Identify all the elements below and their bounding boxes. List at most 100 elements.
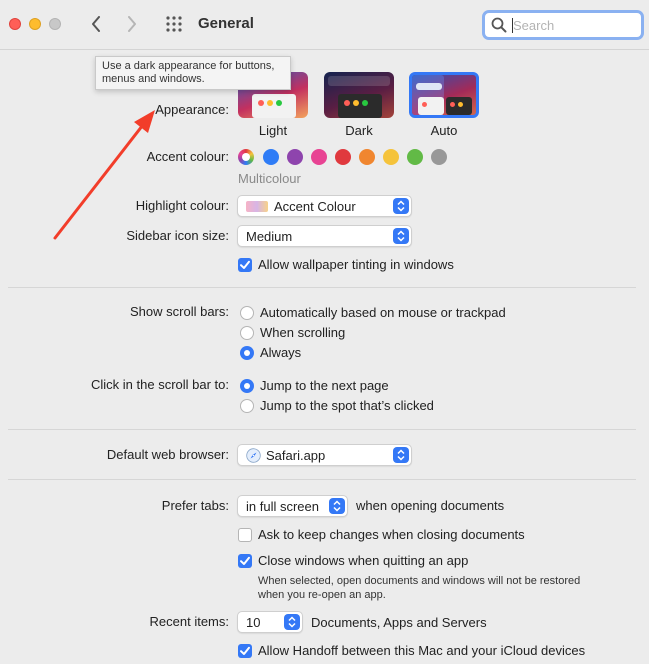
show-scroll-bars-label: Show scroll bars: (130, 304, 229, 319)
default-browser-popup[interactable]: Safari.app (237, 444, 412, 466)
sidebar-icon-size-label: Sidebar icon size: (126, 228, 229, 243)
show-all-button[interactable] (162, 12, 186, 36)
popup-stepper-icon (393, 228, 409, 244)
prefer-tabs-popup[interactable]: in full screen (237, 495, 348, 517)
accent-red-swatch[interactable] (335, 149, 351, 165)
ask-keep-changes-checkbox[interactable] (238, 528, 252, 542)
search-icon (491, 17, 507, 33)
sidebar-icon-size-popup[interactable]: Medium (237, 225, 412, 247)
dark-window-preview (338, 94, 382, 118)
highlight-colour-label: Highlight colour: (135, 198, 229, 213)
dark-preview-dot-yellow (353, 100, 359, 106)
sidebar-icon-size-value: Medium (246, 229, 293, 244)
prefer-tabs-value: in full screen (246, 499, 319, 514)
window-titlebar: General Search (0, 0, 649, 50)
checkmark-icon (240, 556, 250, 565)
appearance-auto-thumbnail[interactable] (409, 72, 479, 118)
scroll-bars-automatic-radio[interactable] (240, 306, 254, 320)
popup-stepper-icon (284, 614, 300, 630)
highlight-colour-popup[interactable]: Accent Colour (237, 195, 412, 217)
accent-yellow-swatch[interactable] (383, 149, 399, 165)
wallpaper-tinting-label[interactable]: Allow wallpaper tinting in windows (258, 257, 454, 272)
tooltip-line-2: menus and windows. (102, 73, 205, 85)
accent-green-swatch[interactable] (407, 149, 423, 165)
checkmark-icon (240, 260, 250, 269)
default-browser-value: Safari.app (266, 448, 326, 463)
ask-keep-changes-label[interactable]: Ask to keep changes when closing documen… (258, 527, 525, 542)
minimize-window-button[interactable] (29, 18, 41, 30)
accent-purple-swatch[interactable] (287, 149, 303, 165)
accent-orange-swatch[interactable] (359, 149, 375, 165)
auto-preview-dot-yellow (458, 102, 463, 107)
back-button[interactable] (85, 12, 107, 36)
wallpaper-tinting-checkbox[interactable] (238, 258, 252, 272)
tooltip-line-1: Use a dark appearance for buttons, (102, 60, 275, 72)
handoff-checkbox[interactable] (238, 644, 252, 658)
light-preview-dot-green (276, 100, 282, 106)
checkmark-icon (240, 646, 250, 655)
handoff-label[interactable]: Allow Handoff between this Mac and your … (258, 643, 585, 658)
accent-graphite-swatch[interactable] (431, 149, 447, 165)
close-window-button[interactable] (9, 18, 21, 30)
close-windows-label[interactable]: Close windows when quitting an app (258, 553, 468, 568)
popup-stepper-icon (393, 447, 409, 463)
light-window-preview (252, 94, 296, 118)
selected-indicator (242, 153, 250, 161)
safari-icon (246, 448, 261, 463)
click-scroll-bar-label: Click in the scroll bar to: (91, 377, 229, 392)
scroll-bars-when-scrolling-radio[interactable] (240, 326, 254, 340)
accent-pink-swatch[interactable] (311, 149, 327, 165)
scroll-bars-automatic-label[interactable]: Automatically based on mouse or trackpad (260, 305, 506, 320)
section-divider (8, 479, 636, 480)
chevron-right-icon (128, 16, 136, 32)
accent-selected-name: Multicolour (238, 171, 301, 186)
dark-preview-dot-red (344, 100, 350, 106)
chevron-left-icon (92, 16, 100, 32)
recent-items-popup[interactable]: 10 (237, 611, 303, 633)
close-windows-checkbox[interactable] (238, 554, 252, 568)
scroll-bars-always-label[interactable]: Always (260, 345, 301, 360)
scroll-bars-always-radio[interactable] (240, 346, 254, 360)
appearance-light-label[interactable]: Light (238, 123, 308, 138)
zoom-window-button[interactable] (49, 18, 61, 30)
popup-stepper-icon (393, 198, 409, 214)
appearance-dark-thumbnail[interactable] (324, 72, 394, 118)
dark-preview-dot-green (362, 100, 368, 106)
jump-next-page-label[interactable]: Jump to the next page (260, 378, 389, 393)
popup-stepper-icon (329, 498, 345, 514)
recent-items-suffix: Documents, Apps and Servers (311, 615, 487, 630)
light-preview-dot-yellow (267, 100, 273, 106)
close-windows-note-line-2: when you re-open an app. (258, 589, 386, 601)
jump-to-spot-label[interactable]: Jump to the spot that’s clicked (260, 398, 434, 413)
highlight-colour-value: Accent Colour (274, 199, 356, 214)
highlight-colour-swatch (246, 201, 268, 212)
default-browser-label: Default web browser: (106, 447, 229, 462)
window-title: General (198, 15, 254, 32)
recent-items-value: 10 (246, 615, 261, 630)
close-windows-note-line-1: When selected, open documents and window… (258, 575, 581, 587)
scroll-bars-when-scrolling-label[interactable]: When scrolling (260, 325, 345, 340)
auto-light-bar (416, 83, 442, 90)
accent-colour-label: Accent colour: (146, 149, 229, 164)
recent-items-label: Recent items: (149, 614, 229, 629)
accent-blue-swatch[interactable] (263, 149, 279, 165)
appearance-dark-label[interactable]: Dark (324, 123, 394, 138)
appearance-tooltip: Use a dark appearance for buttons, menus… (95, 56, 291, 90)
section-divider (8, 429, 636, 430)
dark-menubar-preview (328, 76, 390, 86)
forward-button[interactable] (121, 12, 143, 36)
auto-preview-dot-red (422, 102, 427, 107)
jump-to-spot-radio[interactable] (240, 399, 254, 413)
appearance-auto-label[interactable]: Auto (409, 123, 479, 138)
jump-next-page-radio[interactable] (240, 379, 254, 393)
light-preview-dot-red (258, 100, 264, 106)
grid-icon (166, 16, 182, 32)
section-divider (8, 287, 636, 288)
prefer-tabs-suffix: when opening documents (356, 498, 505, 513)
accent-multicolour-swatch[interactable] (238, 149, 254, 165)
search-field[interactable]: Search (482, 10, 644, 40)
prefer-tabs-label: Prefer tabs: (161, 498, 229, 513)
search-placeholder: Search (513, 18, 555, 33)
auto-preview-dot-red-2 (450, 102, 455, 107)
appearance-label: Appearance: (155, 102, 229, 117)
